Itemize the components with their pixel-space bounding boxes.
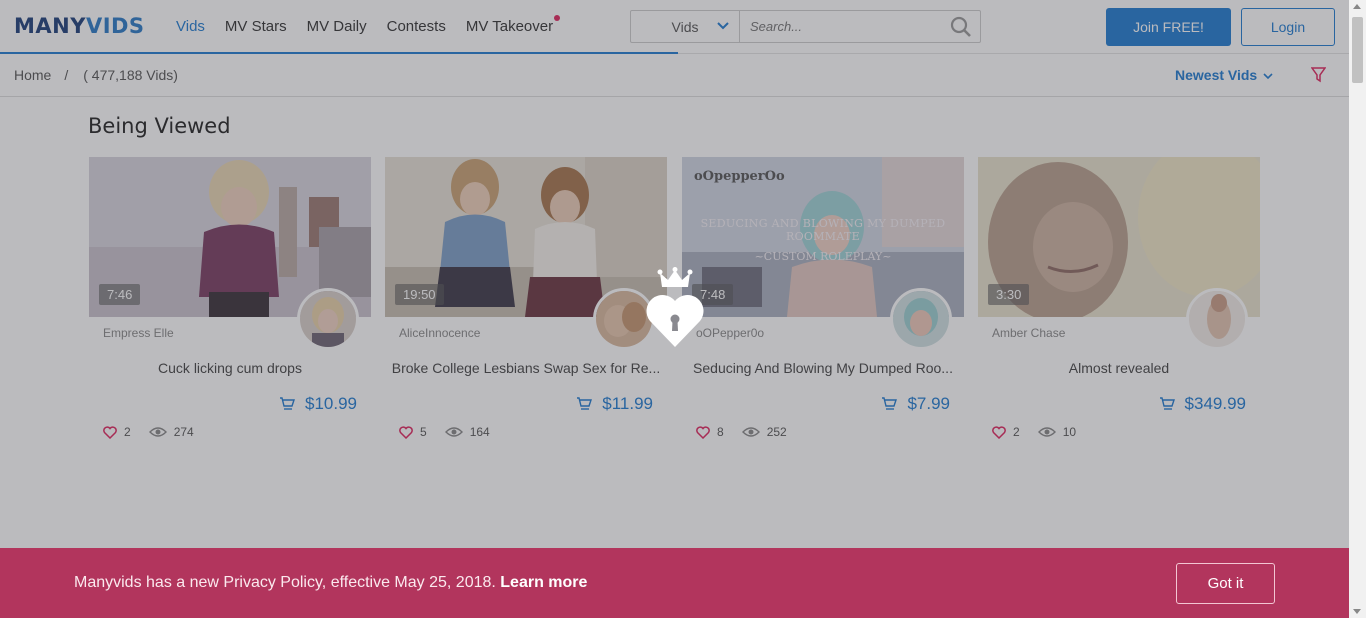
privacy-message-text: Manyvids has a new Privacy Policy, effec…	[74, 574, 496, 591]
learn-more-link[interactable]: Learn more	[500, 574, 587, 591]
got-it-button[interactable]: Got it	[1176, 563, 1275, 604]
scrollbar-thumb[interactable]	[1352, 17, 1363, 83]
privacy-policy-banner: Manyvids has a new Privacy Policy, effec…	[0, 548, 1349, 618]
heart-lock-logo-icon	[646, 267, 704, 347]
privacy-message: Manyvids has a new Privacy Policy, effec…	[74, 574, 587, 592]
scroll-up-arrow-icon[interactable]	[1353, 4, 1361, 9]
scroll-down-arrow-icon[interactable]	[1353, 609, 1361, 614]
page-scrollbar[interactable]	[1349, 0, 1366, 618]
